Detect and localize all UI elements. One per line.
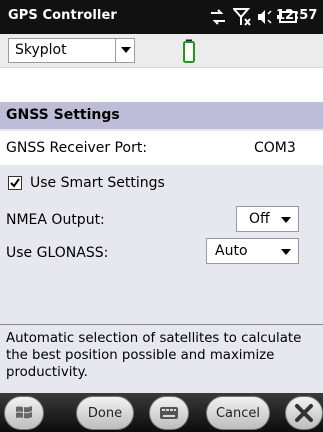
receiver-port-row: GNSS Receiver Port: COM3 [0, 131, 323, 165]
smart-settings-checkbox[interactable] [8, 176, 22, 190]
app-title: GPS Controller [8, 8, 117, 23]
help-text: Automatic selection of satellites to cal… [6, 331, 302, 380]
windows-flag-icon [16, 406, 32, 419]
close-icon [295, 404, 313, 422]
nmea-output-value: Off [249, 211, 270, 227]
close-button[interactable] [285, 396, 323, 430]
view-selector-label: Skyplot [15, 42, 67, 58]
receiver-battery-icon [183, 39, 195, 63]
chevron-down-icon [281, 249, 291, 255]
blank-strip [0, 67, 323, 103]
glonass-value: Auto [215, 243, 248, 259]
chevron-down-icon [121, 47, 131, 53]
keyboard-icon [160, 407, 178, 419]
section-header: GNSS Settings [0, 102, 323, 129]
start-button[interactable] [4, 396, 44, 430]
done-button[interactable]: Done [76, 396, 134, 430]
receiver-port-label: GNSS Receiver Port: [6, 140, 148, 156]
status-bar: GPS Controller 12:57 [0, 0, 323, 34]
volume-icon [258, 10, 272, 24]
clock: 12:57 [276, 8, 318, 23]
connectivity-icon [211, 9, 225, 25]
receiver-port-value: COM3 [254, 140, 296, 156]
nmea-output-select[interactable]: Off [236, 206, 299, 232]
signal-off-icon [233, 8, 251, 26]
checkmark-icon [10, 178, 20, 188]
glonass-select[interactable]: Auto [206, 238, 299, 264]
cancel-button[interactable]: Cancel [206, 396, 270, 430]
section-title: GNSS Settings [6, 107, 120, 123]
smart-settings-label[interactable]: Use Smart Settings [30, 175, 165, 191]
keyboard-button[interactable] [149, 396, 189, 430]
dropdown-separator [115, 39, 116, 62]
glonass-label: Use GLONASS: [6, 245, 109, 261]
view-selector-dropdown[interactable]: Skyplot [8, 38, 135, 63]
chevron-down-icon [281, 217, 291, 223]
nmea-output-label: NMEA Output: [6, 212, 105, 228]
